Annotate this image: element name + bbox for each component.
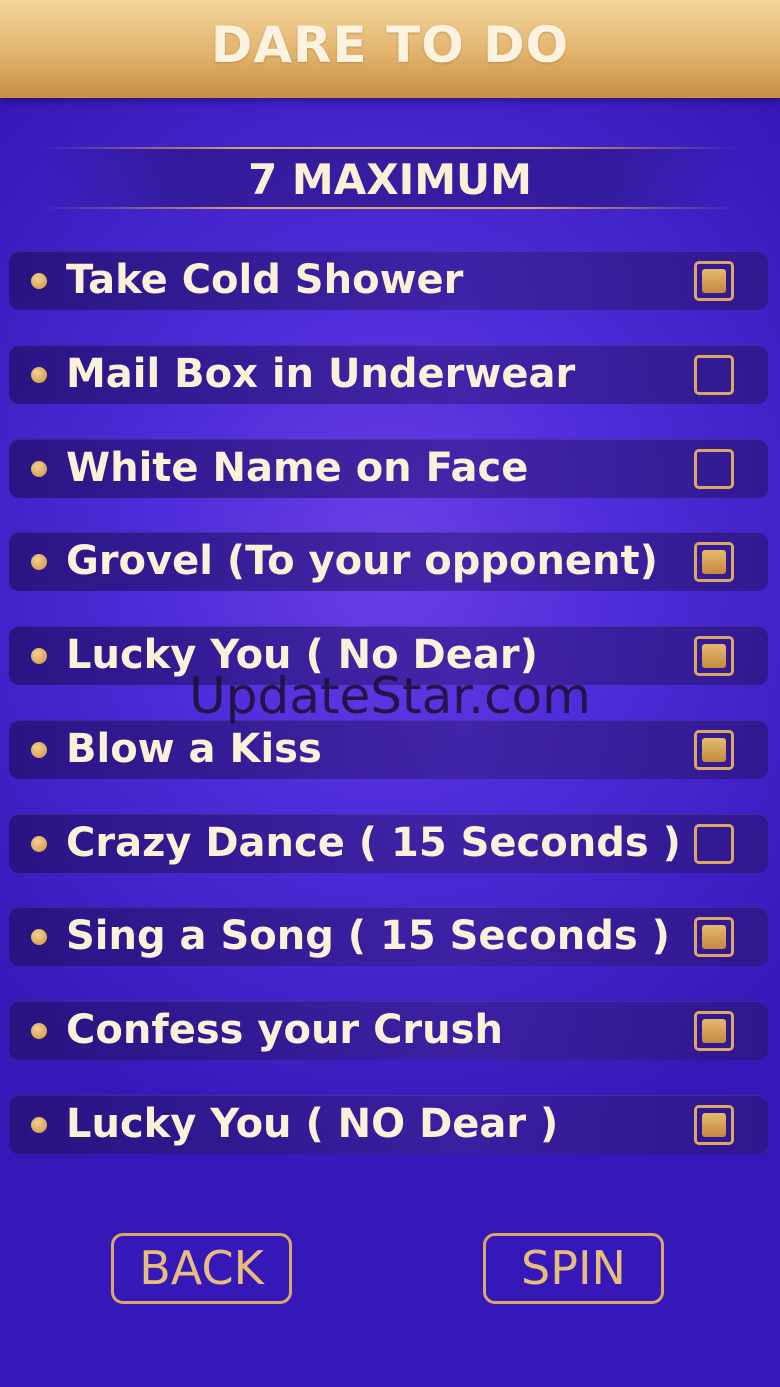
dare-row[interactable]: Crazy Dance ( 15 Seconds ) (9, 814, 768, 873)
bullet-dot-icon (31, 929, 47, 945)
dare-label: Confess your Crush (66, 1007, 503, 1053)
bullet-dot-icon (31, 461, 47, 477)
spin-button[interactable]: SPIN (483, 1233, 664, 1304)
dare-label: Lucky You ( NO Dear ) (66, 1101, 559, 1147)
checkbox-fill-icon (702, 550, 726, 574)
dare-row[interactable]: White Name on Face (9, 439, 768, 498)
bullet-dot-icon (31, 273, 47, 289)
bullet-dot-icon (31, 1117, 47, 1133)
dare-label: Take Cold Shower (66, 257, 464, 303)
header-bar: DARE TO DO (0, 0, 780, 98)
dare-checkbox[interactable] (694, 730, 734, 770)
dare-row[interactable]: Blow a Kiss (9, 720, 768, 779)
checkbox-fill-icon (702, 269, 726, 293)
dare-row[interactable]: Lucky You ( No Dear) (9, 626, 768, 685)
dare-label: Crazy Dance ( 15 Seconds ) (66, 820, 681, 866)
bullet-dot-icon (31, 836, 47, 852)
dare-label: Blow a Kiss (66, 726, 322, 772)
checkbox-fill-icon (702, 738, 726, 762)
dare-checkbox[interactable] (694, 261, 734, 301)
max-selection-banner: 7 MAXIMUM (40, 147, 740, 209)
back-button[interactable]: BACK (111, 1233, 292, 1304)
dare-checkbox[interactable] (694, 917, 734, 957)
checkbox-fill-icon (702, 1019, 726, 1043)
max-selection-label: 7 MAXIMUM (248, 155, 532, 204)
dare-checkbox[interactable] (694, 1105, 734, 1145)
bullet-dot-icon (31, 367, 47, 383)
dare-label: Grovel (To your opponent) (66, 538, 658, 584)
dare-checkbox[interactable] (694, 542, 734, 582)
bullet-dot-icon (31, 742, 47, 758)
checkbox-fill-icon (702, 1113, 726, 1137)
bullet-dot-icon (31, 1023, 47, 1039)
dare-checkbox[interactable] (694, 355, 734, 395)
dare-label: Lucky You ( No Dear) (66, 632, 538, 678)
checkbox-fill-icon (702, 644, 726, 668)
dare-checkbox[interactable] (694, 636, 734, 676)
dare-label: White Name on Face (66, 445, 529, 491)
dare-row[interactable]: Lucky You ( NO Dear ) (9, 1095, 768, 1154)
dare-checkbox[interactable] (694, 449, 734, 489)
bullet-dot-icon (31, 648, 47, 664)
dare-row[interactable]: Grovel (To your opponent) (9, 532, 768, 591)
dare-row[interactable]: Mail Box in Underwear (9, 345, 768, 404)
dare-row[interactable]: Confess your Crush (9, 1001, 768, 1060)
page-title: DARE TO DO (210, 16, 570, 74)
dare-row[interactable]: Take Cold Shower (9, 251, 768, 310)
dare-label: Sing a Song ( 15 Seconds ) (66, 913, 670, 959)
dare-checkbox[interactable] (694, 1011, 734, 1051)
checkbox-fill-icon (702, 925, 726, 949)
dare-checkbox[interactable] (694, 824, 734, 864)
dare-row[interactable]: Sing a Song ( 15 Seconds ) (9, 907, 768, 966)
dare-label: Mail Box in Underwear (66, 351, 576, 397)
bullet-dot-icon (31, 554, 47, 570)
